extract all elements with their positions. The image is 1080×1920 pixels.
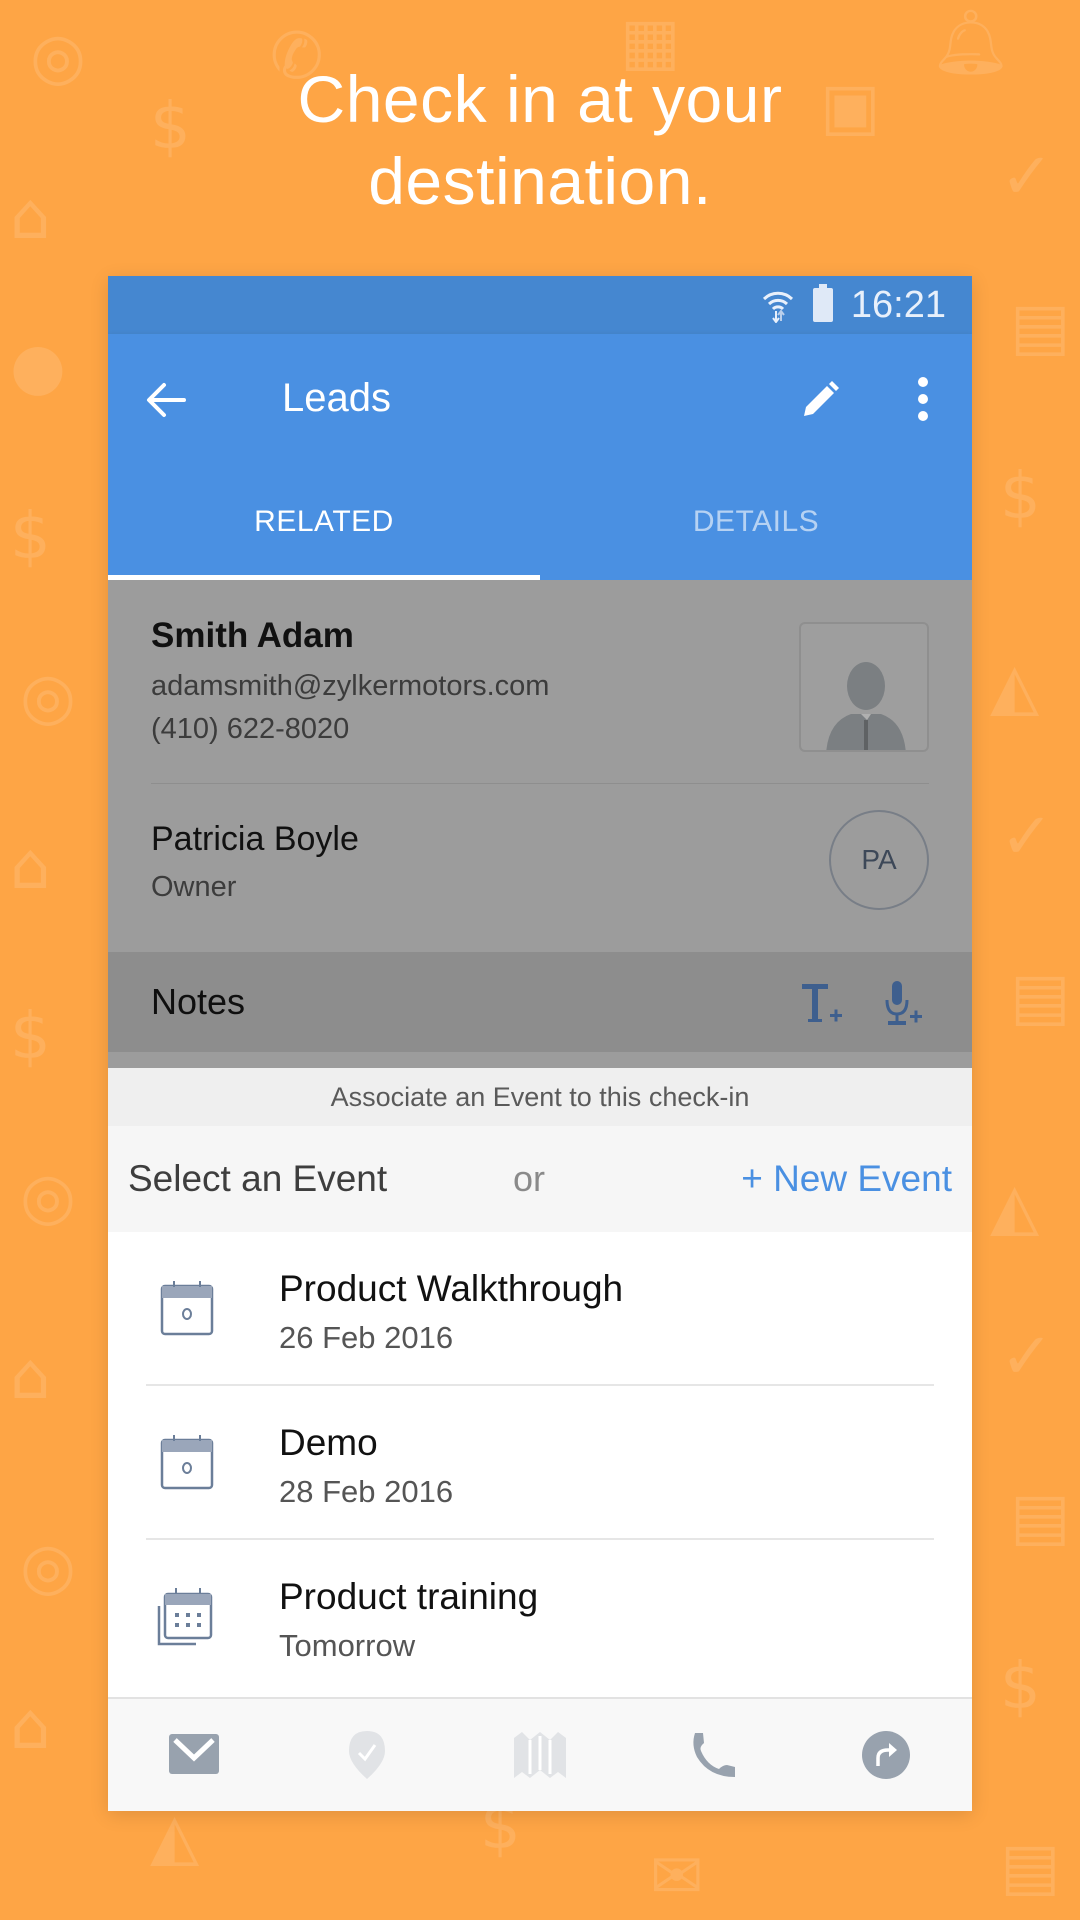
headline-line-2: destination.: [368, 144, 712, 218]
select-event-label: Select an Event: [128, 1158, 388, 1199]
calendar-pattern-icon: ▤: [1010, 290, 1071, 364]
headline-line-1: Check in at your: [297, 62, 783, 136]
notes-section: Notes: [108, 952, 972, 1052]
more-vertical-icon: [918, 377, 928, 421]
event-date: 26 Feb 2016: [279, 1320, 454, 1355]
home-pattern-icon: ⌂: [10, 1690, 51, 1764]
bell-pattern-icon: ◭: [150, 1800, 200, 1874]
check-pattern-icon: ✓: [1000, 1320, 1054, 1394]
event-selection-row: Select an Event or + New Event: [108, 1126, 972, 1232]
calendar-event-icon: [160, 1435, 214, 1490]
money-pattern-icon: $: [1000, 460, 1041, 534]
more-options-button[interactable]: [916, 376, 930, 422]
toolbar: Leads: [108, 334, 972, 464]
event-list-item[interactable]: Product training Tomorrow: [146, 1540, 934, 1694]
arrow-left-icon: [147, 383, 186, 417]
tab-related[interactable]: RELATED: [108, 464, 540, 580]
owner-role: Owner: [151, 871, 237, 903]
home-pattern-icon: ⌂: [10, 1340, 51, 1414]
user-pattern-icon: ●: [10, 330, 66, 404]
new-event-button[interactable]: + New Event: [741, 1158, 952, 1200]
battery-icon: [812, 284, 833, 322]
phone-pattern-icon: ◎: [20, 1160, 76, 1234]
calendar-recurring-icon: [157, 1588, 213, 1646]
associate-event-header: Associate an Event to this check-in: [108, 1068, 972, 1126]
money-pattern-icon: $: [10, 1000, 51, 1074]
map-icon: [513, 1732, 566, 1778]
add-text-note-icon: [802, 984, 842, 1022]
calendar-event-icon: [160, 1281, 214, 1336]
phone-pattern-icon: ◎: [20, 1530, 76, 1604]
owner-row[interactable]: Patricia Boyle Owner PA: [151, 784, 929, 952]
phone-icon: [693, 1733, 735, 1777]
calendar-pattern-icon: ▤: [1010, 1480, 1071, 1554]
check-in-action-button[interactable]: [337, 1725, 397, 1785]
home-pattern-icon: ⌂: [10, 830, 51, 904]
add-voice-note-button[interactable]: [884, 980, 924, 1028]
owner-name: Patricia Boyle: [151, 820, 359, 858]
event-date: 28 Feb 2016: [279, 1474, 454, 1509]
user-silhouette-icon: [826, 662, 906, 750]
bell-pattern-icon: ◭: [990, 650, 1040, 724]
tab-bar: RELATED DETAILS: [108, 464, 972, 580]
call-action-button[interactable]: [683, 1725, 743, 1785]
map-action-button[interactable]: [510, 1725, 570, 1785]
calendar-pattern-icon: ▤: [1000, 1830, 1061, 1904]
edit-button[interactable]: [800, 380, 840, 420]
status-bar: 16:21: [108, 276, 972, 334]
event-title: Demo: [279, 1422, 378, 1463]
email-action-button[interactable]: [164, 1725, 224, 1785]
share-icon: [861, 1731, 910, 1779]
money-pattern-icon: $: [1000, 1650, 1041, 1724]
status-time: 16:21: [850, 283, 946, 326]
event-list-item[interactable]: Product Walkthrough 26 Feb 2016: [146, 1232, 934, 1386]
back-button[interactable]: [144, 378, 188, 422]
mail-pattern-icon: ✉: [650, 1840, 704, 1914]
owner-avatar: PA: [829, 810, 929, 910]
dimmed-spacer: [108, 1052, 972, 1068]
money-pattern-icon: $: [10, 500, 51, 574]
event-date: Tomorrow: [279, 1628, 416, 1663]
or-separator: or: [513, 1158, 546, 1199]
bell-pattern-icon: ◭: [990, 1170, 1040, 1244]
dimmed-related-content: Smith Adam adamsmith@zylkermotors.com (4…: [108, 580, 972, 1068]
event-list: Product Walkthrough 26 Feb 2016 Demo 28 …: [108, 1232, 972, 1694]
bottom-action-bar: [108, 1697, 972, 1811]
event-title: Product Walkthrough: [279, 1268, 624, 1309]
check-pattern-icon: ✓: [1000, 800, 1054, 874]
share-action-button[interactable]: [856, 1725, 916, 1785]
event-title: Product training: [279, 1576, 539, 1617]
phone-screen: 16:21 Leads RELATED DETAILS Smith Adam a…: [108, 276, 972, 1811]
add-voice-note-icon: [885, 981, 922, 1025]
pencil-icon: [804, 381, 839, 416]
tab-details[interactable]: DETAILS: [540, 464, 972, 580]
screen-title: Leads: [282, 376, 391, 420]
promo-headline: Check in at your destination.: [0, 58, 1080, 222]
app-bar: Leads RELATED DETAILS: [108, 334, 972, 580]
phone-pattern-icon: ◎: [20, 660, 76, 734]
contact-card[interactable]: Smith Adam adamsmith@zylkermotors.com (4…: [151, 580, 929, 784]
calendar-pattern-icon: ▤: [1010, 960, 1071, 1034]
add-text-note-button[interactable]: [800, 982, 844, 1026]
event-list-item[interactable]: Demo 28 Feb 2016: [146, 1386, 934, 1540]
location-check-icon: [349, 1731, 386, 1779]
wifi-icon: [762, 291, 793, 323]
notes-label: Notes: [151, 981, 246, 1022]
contact-photo: [799, 622, 929, 752]
mail-icon: [169, 1734, 220, 1774]
